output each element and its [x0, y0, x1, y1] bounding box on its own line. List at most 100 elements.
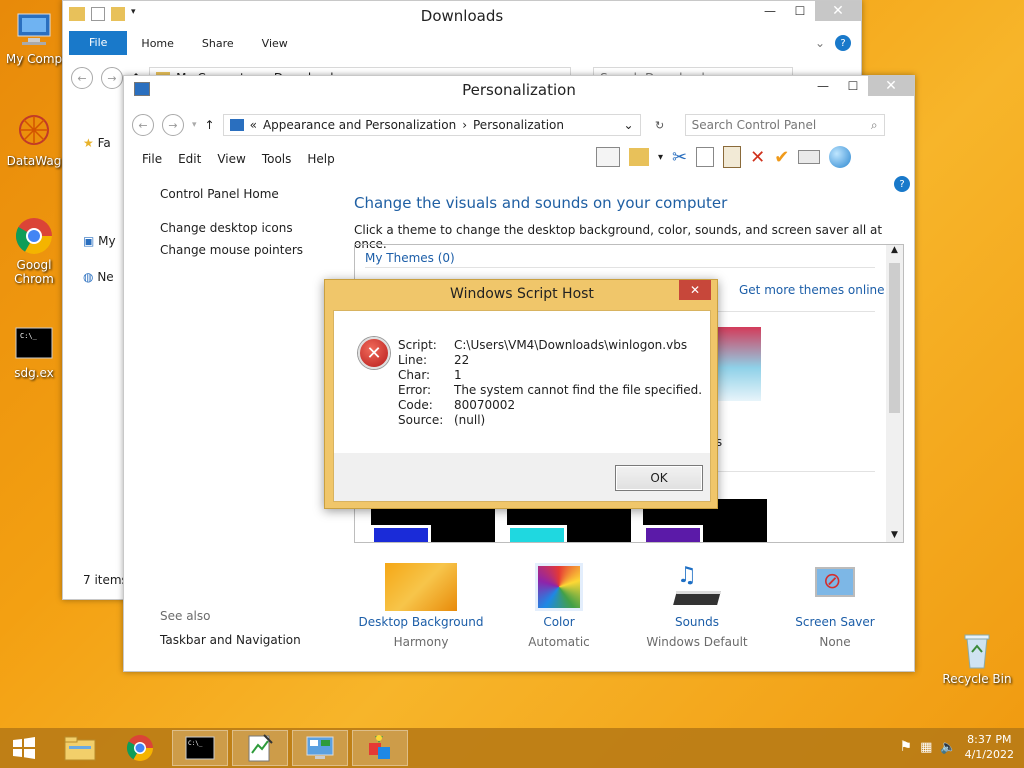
taskbar-navigation-link[interactable]: Taskbar and Navigation	[160, 633, 301, 647]
tab-share[interactable]: Share	[188, 37, 248, 50]
back-button[interactable]: ←	[71, 67, 93, 89]
desktop-background-item[interactable]: Desktop Background Harmony	[356, 563, 486, 649]
nav-item-my-computer[interactable]: ▣ My	[83, 229, 116, 253]
minimize-button[interactable]: —	[755, 1, 785, 21]
sounds-item[interactable]: ♫ Sounds Windows Default	[632, 563, 762, 649]
screen-saver-value: None	[819, 635, 851, 649]
taskbar-control-panel[interactable]	[292, 730, 348, 766]
change-mouse-pointers-link[interactable]: Change mouse pointers	[160, 243, 303, 257]
command-prompt-icon: C:\_	[185, 736, 215, 760]
forward-button[interactable]: →	[101, 67, 123, 89]
clock[interactable]: 8:37 PM 4/1/2022	[965, 732, 1014, 762]
start-button[interactable]	[0, 730, 48, 766]
layout-icon[interactable]	[596, 147, 620, 167]
menu-tools[interactable]: Tools	[254, 152, 300, 166]
network-icon[interactable]: ▦	[920, 740, 932, 755]
get-more-themes-link[interactable]: Get more themes online	[739, 283, 885, 297]
folders-icon[interactable]	[629, 148, 649, 166]
taskbar-chrome[interactable]	[112, 730, 168, 766]
chevron-down-icon[interactable]: ▾	[131, 7, 136, 21]
nav-item-favorites[interactable]: ★ Fa	[83, 131, 116, 155]
properties-icon[interactable]	[91, 7, 105, 21]
desktop-icon-my-computer[interactable]: My Comp	[2, 10, 66, 66]
refresh-button[interactable]: ↻	[649, 114, 671, 136]
desktop-icon-chrome[interactable]: Googl Chrom	[2, 216, 66, 286]
back-button[interactable]: ←	[132, 114, 154, 136]
copy-icon[interactable]	[696, 147, 715, 167]
menu-edit[interactable]: Edit	[170, 152, 209, 166]
breadcrumb-item[interactable]: Appearance and Personalization	[263, 118, 456, 132]
address-bar[interactable]: « Appearance and Personalization › Perso…	[222, 114, 641, 136]
forward-button[interactable]: →	[162, 114, 184, 136]
tab-home[interactable]: Home	[127, 37, 187, 50]
color-item[interactable]: Color Automatic	[494, 563, 624, 649]
taskbar-file-explorer[interactable]	[52, 730, 108, 766]
chevron-down-icon[interactable]: ⌄	[815, 36, 825, 50]
desktop-icon-datawag[interactable]: DataWag	[2, 112, 66, 168]
properties-icon[interactable]	[798, 150, 821, 164]
scroll-up-arrow[interactable]: ▲	[886, 245, 903, 255]
volume-muted-icon[interactable]: 🔈	[940, 740, 956, 755]
folder-icon[interactable]	[69, 7, 85, 21]
screen-saver-item[interactable]: ⊘ Screen Saver None	[770, 563, 900, 649]
error-icon: ✕	[358, 337, 390, 369]
tab-view[interactable]: View	[248, 37, 302, 50]
help-icon[interactable]: ?	[894, 176, 910, 192]
control-panel-home-link[interactable]: Control Panel Home	[160, 187, 303, 201]
clock-time: 8:37 PM	[967, 733, 1012, 746]
taskbar-notepad[interactable]	[232, 730, 288, 766]
menu-view[interactable]: View	[209, 152, 253, 166]
maximize-button[interactable]: ☐	[838, 76, 868, 96]
close-button[interactable]: ✕	[868, 76, 914, 96]
up-arrow-icon[interactable]: ↑	[205, 118, 215, 132]
change-desktop-icons-link[interactable]: Change desktop icons	[160, 221, 303, 235]
search-input[interactable]: Search Control Panel ⌕	[684, 114, 885, 136]
taskbar-script-host[interactable]	[352, 730, 408, 766]
delete-icon[interactable]: ✕	[750, 147, 765, 168]
chevron-down-icon[interactable]: ▾	[658, 152, 663, 163]
control-panel-icon	[306, 736, 334, 759]
taskbar-command-prompt[interactable]: C:\_	[172, 730, 228, 766]
sounds-label: Sounds	[674, 615, 720, 629]
breadcrumb-item[interactable]: Personalization	[473, 118, 564, 132]
sphere-icon[interactable]	[829, 146, 852, 168]
scroll-down-arrow[interactable]: ▼	[886, 530, 903, 540]
recent-locations-icon[interactable]: ▾	[192, 120, 197, 130]
close-button[interactable]: ✕	[815, 1, 861, 21]
computer-icon	[14, 10, 54, 50]
tab-file[interactable]: File	[69, 31, 128, 55]
new-folder-icon[interactable]	[111, 7, 125, 21]
menu-help[interactable]: Help	[299, 152, 342, 166]
my-themes-heading[interactable]: My Themes (0)	[365, 251, 455, 265]
maximize-button[interactable]: ☐	[785, 1, 815, 21]
script-host-dialog[interactable]: Windows Script Host ✕ ✕ Script: C:\Users\…	[324, 279, 718, 509]
datawag-icon	[14, 112, 54, 152]
detail-row: Line: 22	[398, 353, 470, 367]
notepad-icon	[248, 734, 273, 762]
menu-file[interactable]: File	[134, 152, 170, 166]
minimize-button[interactable]: —	[808, 76, 838, 96]
action-center-flag-icon[interactable]: ⚑	[900, 739, 913, 755]
personalization-titlebar[interactable]: Personalization — ☐ ✕	[124, 76, 914, 104]
cut-icon[interactable]: ✂	[672, 147, 687, 168]
ribbon-tabs: File Home Share View	[69, 31, 861, 55]
theme-thumbnail[interactable]	[711, 327, 761, 401]
window-controls: — ☐ ✕	[755, 1, 861, 21]
windows-logo-icon	[13, 737, 35, 759]
search-icon: ⌕	[870, 117, 878, 132]
close-button[interactable]: ✕	[679, 280, 711, 300]
chevron-down-icon[interactable]: ⌄	[624, 118, 634, 132]
desktop-icon-sdg[interactable]: C:\_ sdg.ex	[2, 324, 66, 380]
paste-icon[interactable]	[723, 146, 742, 168]
explorer-titlebar[interactable]: ▾ Downloads — ☐ ✕	[63, 1, 861, 31]
nav-item-network[interactable]: ◍ Ne	[83, 265, 116, 289]
help-icon[interactable]: ?	[835, 35, 851, 51]
checkmark-icon[interactable]: ✔	[774, 147, 789, 168]
desktop-icon-recycle-bin[interactable]: Recycle Bin	[942, 630, 1012, 686]
vertical-scrollbar[interactable]: ▲ ▼	[886, 245, 903, 542]
recycle-bin-icon	[957, 630, 997, 670]
personalization-nav-row: ← → ▾ ↑ « Appearance and Personalization…	[124, 110, 914, 140]
ok-button[interactable]: OK	[615, 465, 703, 491]
desktop-icon-label: Recycle Bin	[942, 672, 1012, 686]
scroll-thumb[interactable]	[889, 263, 900, 413]
